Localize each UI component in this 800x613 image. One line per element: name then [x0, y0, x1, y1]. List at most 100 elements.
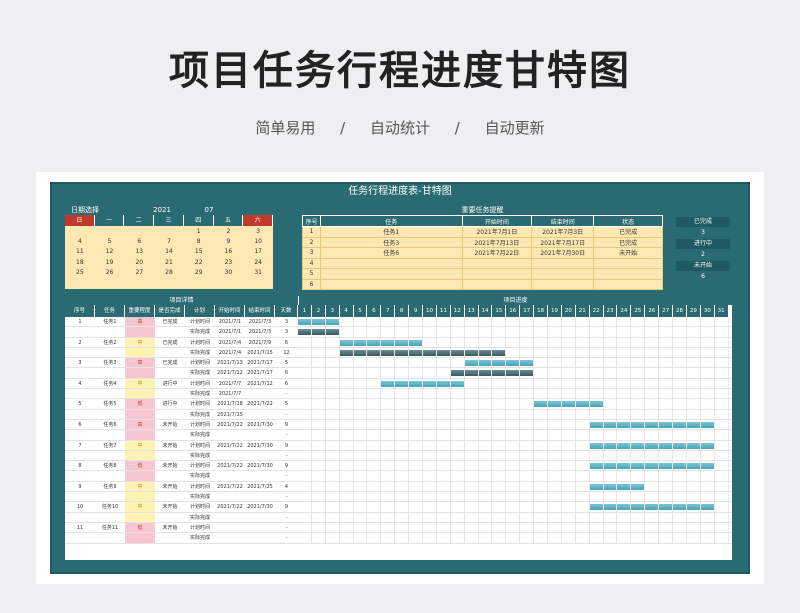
completion-status	[155, 348, 185, 357]
gantt-cell	[576, 317, 590, 327]
day-count: 9	[284, 442, 289, 449]
gantt-cell	[673, 337, 687, 347]
calendar-day[interactable]: 22	[184, 259, 214, 269]
gantt-cell	[506, 389, 521, 399]
gantt-cell	[548, 492, 562, 502]
calendar-day[interactable]: 18	[65, 259, 95, 269]
calendar-day[interactable]: 10	[243, 238, 273, 248]
calendar-day[interactable]: 6	[124, 238, 154, 248]
calendar-day[interactable]: 15	[184, 248, 214, 258]
plan-bar	[492, 360, 506, 367]
gantt-cell	[700, 461, 715, 471]
calendar-day[interactable]: 25	[65, 269, 95, 279]
end-date	[245, 410, 275, 419]
completion-status: 已完成	[162, 339, 178, 346]
calendar-day[interactable]: 4	[65, 238, 95, 248]
calendar-day[interactable]: 23	[214, 259, 244, 269]
gantt-cell	[450, 347, 465, 358]
gantt-cell	[534, 502, 549, 512]
month-select[interactable]: 07	[189, 206, 229, 214]
gantt-cell	[354, 358, 368, 368]
calendar-day[interactable]: 26	[95, 269, 125, 279]
calendar-day[interactable]: 16	[214, 248, 244, 258]
calendar-day[interactable]: 1	[184, 228, 214, 238]
calendar-day[interactable]: 13	[124, 248, 154, 258]
year-select[interactable]: 2021	[135, 206, 189, 214]
gantt-cell	[451, 409, 465, 419]
gantt-cell	[312, 378, 326, 389]
plan-bar	[645, 463, 659, 470]
calendar-day[interactable]: 8	[184, 238, 214, 248]
start-date	[215, 471, 245, 480]
calendar-day[interactable]: 21	[154, 259, 184, 269]
gantt-cell	[354, 317, 368, 327]
calendar-day[interactable]: 30	[214, 269, 244, 279]
day-header: 9	[409, 305, 424, 317]
calendar-day[interactable]: 11	[65, 248, 95, 258]
calendar-day[interactable]: 24	[243, 259, 273, 269]
gantt-cell	[492, 317, 507, 327]
gantt-cell	[451, 327, 465, 337]
row-number: 11	[76, 524, 84, 531]
calendar-day[interactable]: 5	[95, 238, 125, 248]
gantt-cell	[534, 430, 549, 440]
plan-bar	[617, 504, 631, 511]
gantt-cell	[478, 368, 493, 378]
gantt-cell	[589, 461, 604, 471]
calendar-header: 日期选择 2021 07	[65, 205, 273, 215]
gantt-cell	[687, 533, 701, 543]
gantt-cell	[298, 368, 312, 378]
gantt-cell	[326, 399, 340, 409]
gantt-cell	[617, 368, 632, 378]
table-row: 实际完成 2021/7/4 2021/7/15 12	[65, 347, 732, 359]
gantt-cell	[409, 502, 424, 512]
calendar-day[interactable]: 31	[243, 269, 273, 279]
gantt-cell	[686, 419, 701, 430]
day-header: 23	[603, 305, 618, 317]
gantt-cell	[645, 533, 660, 543]
gantt-cell	[645, 317, 660, 327]
gantt-cell	[340, 471, 354, 481]
importance: 中	[125, 481, 155, 492]
gantt-cell	[492, 430, 507, 440]
reminder-cell: 4	[302, 257, 321, 269]
day-header: 18	[534, 305, 549, 317]
gantt-cell	[492, 440, 507, 450]
gantt-cell	[298, 327, 312, 337]
completion-status: 未开始	[162, 421, 178, 428]
calendar-day[interactable]: 2	[214, 228, 244, 238]
gantt-cell	[604, 409, 618, 419]
calendar-day[interactable]: 19	[95, 259, 125, 269]
calendar-day[interactable]: 7	[154, 238, 184, 248]
weekday-label: 日	[65, 215, 95, 226]
calendar-day[interactable]: 3	[243, 228, 273, 238]
gantt-cell	[437, 358, 451, 368]
gantt-cell	[520, 368, 535, 378]
reminder-cell: 2021年7月1日	[461, 226, 533, 238]
row-number	[65, 389, 95, 398]
gantt-cell	[451, 389, 465, 399]
day-header: 15	[492, 305, 507, 317]
gantt-cell	[673, 399, 687, 409]
plan-bar	[353, 339, 367, 346]
plan-bar	[603, 504, 617, 511]
gantt-cell	[354, 461, 368, 471]
calendar-day[interactable]: 27	[124, 269, 154, 279]
end-date: 2021/7/25	[247, 483, 273, 490]
calendar-day[interactable]: 12	[95, 248, 125, 258]
end-date	[245, 533, 275, 542]
calendar-day[interactable]: 28	[154, 269, 184, 279]
gantt-cell	[354, 399, 368, 409]
gantt-cell	[520, 327, 535, 337]
task-name	[95, 368, 125, 377]
plan-bar	[589, 442, 603, 449]
calendar-day[interactable]: 17	[243, 248, 273, 258]
plan-bar	[617, 421, 631, 428]
calendar-day[interactable]: 14	[154, 248, 184, 258]
calendar-day[interactable]: 29	[184, 269, 214, 279]
calendar-day[interactable]: 9	[214, 238, 244, 248]
start-date: 2021/7/7	[218, 391, 242, 398]
actual-bar	[492, 370, 506, 377]
calendar-day[interactable]: 20	[124, 259, 154, 269]
gantt-cell	[437, 481, 451, 492]
